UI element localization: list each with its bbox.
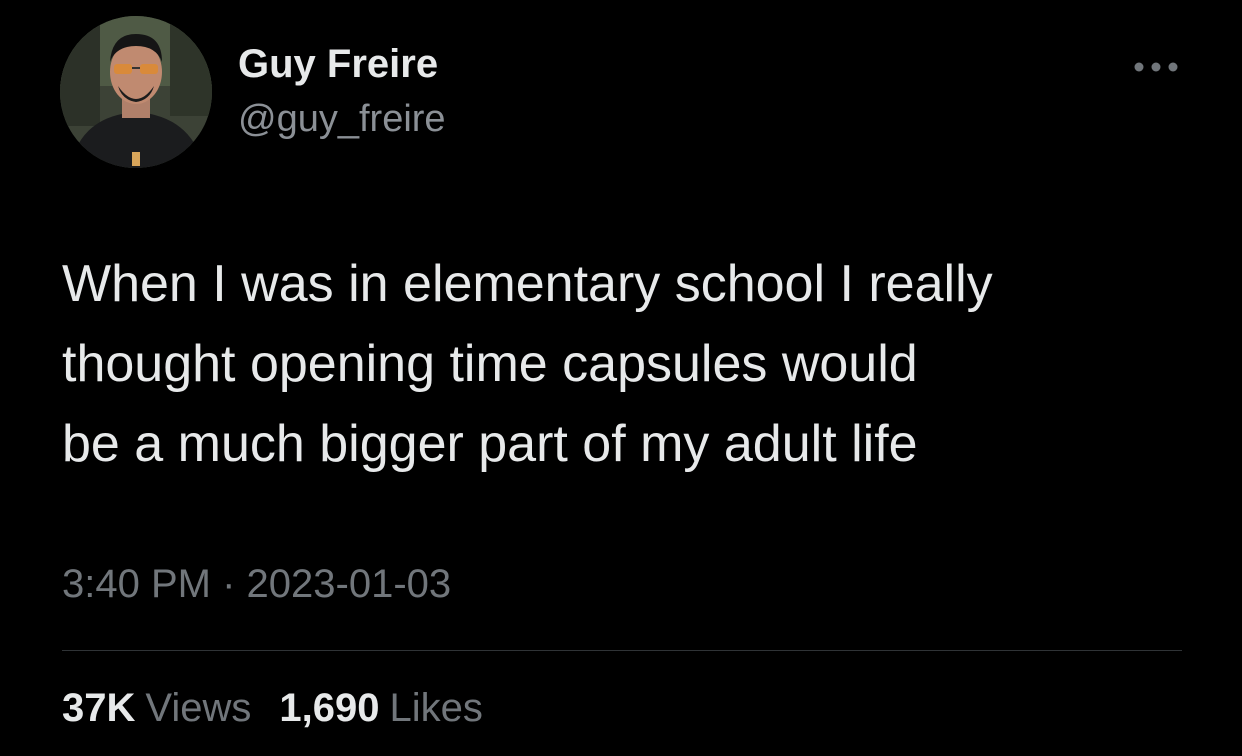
meta-separator: ·: [222, 562, 236, 606]
tweet-card: Guy Freire @guy_freire When I was in ele…: [0, 0, 1242, 756]
likes-stat[interactable]: 1,690 Likes: [279, 686, 483, 731]
author-handle[interactable]: @guy_freire: [238, 98, 446, 141]
divider: [62, 650, 1182, 651]
more-horizontal-icon: [1134, 62, 1178, 72]
tweet-time: 3:40 PM: [62, 562, 211, 606]
tweet-text: When I was in elementary school I really…: [62, 255, 993, 473]
likes-label: Likes: [389, 686, 483, 730]
avatar-image: [60, 16, 212, 168]
avatar[interactable]: [60, 16, 212, 168]
tweet-timestamp[interactable]: 3:40 PM · 2023-01-03: [62, 562, 451, 607]
engagement-stats: 37K Views 1,690 Likes: [62, 686, 511, 731]
views-count: 37K: [62, 686, 136, 730]
more-options-button[interactable]: [1128, 52, 1184, 82]
likes-count: 1,690: [279, 686, 380, 730]
views-stat[interactable]: 37K Views: [62, 686, 251, 731]
tweet-date: 2023-01-03: [246, 562, 452, 606]
views-label: Views: [145, 686, 252, 730]
author-display-name[interactable]: Guy Freire: [238, 42, 438, 87]
